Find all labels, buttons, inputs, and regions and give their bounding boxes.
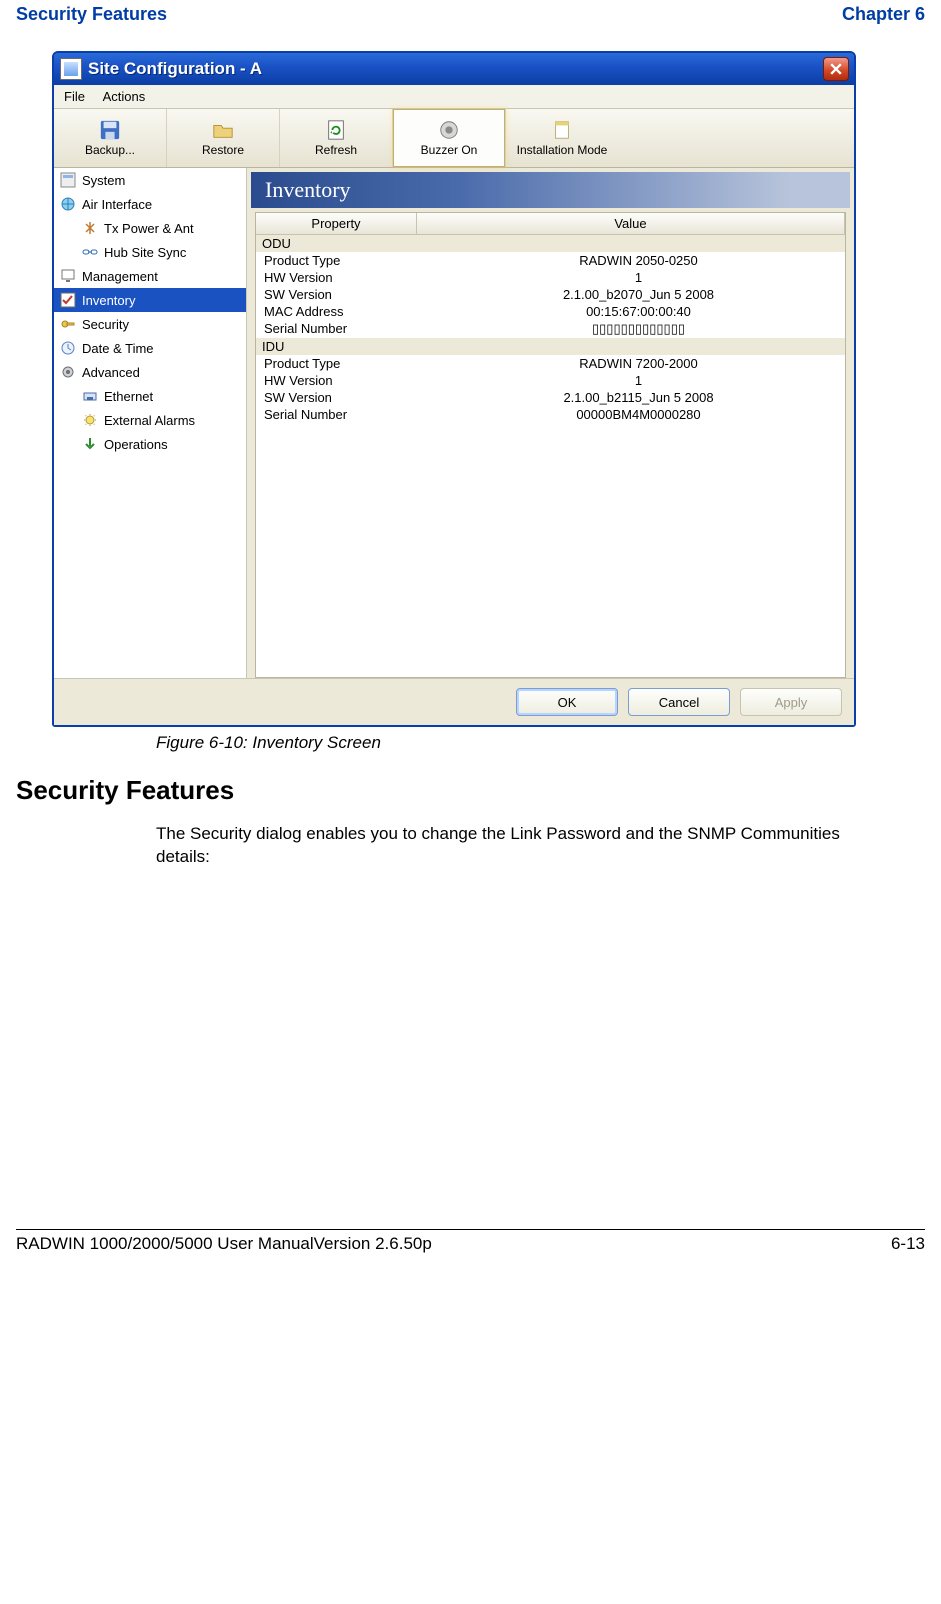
sidebar-item-operations[interactable]: Operations <box>54 432 246 456</box>
gear-icon <box>60 364 76 380</box>
refresh-icon <box>325 119 347 141</box>
sidebar-item-txpower[interactable]: Tx Power & Ant <box>54 216 246 240</box>
close-button[interactable] <box>823 57 849 81</box>
sidebar-item-label: Management <box>82 269 158 284</box>
toolbar-buzzer-label: Buzzer On <box>421 143 478 157</box>
inventory-table: Property Value ODU Product TypeRADWIN 20… <box>255 212 846 678</box>
table-row: MAC Address00:15:67:00:00:40 <box>256 303 845 320</box>
menu-file[interactable]: File <box>60 87 95 106</box>
body-paragraph: The Security dialog enables you to chang… <box>156 823 896 869</box>
notepad-icon <box>551 119 573 141</box>
panel-title: Inventory <box>251 172 850 208</box>
globe-icon <box>60 196 76 212</box>
sidebar: System Air Interface Tx Power & Ant Hub … <box>54 168 247 678</box>
sidebar-item-label: Air Interface <box>82 197 152 212</box>
figure-caption: Figure 6-10: Inventory Screen <box>156 733 925 753</box>
toolbar-install-label: Installation Mode <box>517 143 608 157</box>
header-left: Security Features <box>16 4 167 25</box>
speaker-icon <box>438 119 460 141</box>
sidebar-item-label: Operations <box>104 437 168 452</box>
table-row: HW Version1 <box>256 269 845 286</box>
sidebar-item-label: Ethernet <box>104 389 153 404</box>
ok-button[interactable]: OK <box>516 688 618 716</box>
toolbar-refresh-label: Refresh <box>315 143 357 157</box>
sidebar-item-label: Inventory <box>82 293 135 308</box>
content-pane: Inventory Property Value ODU Product Typ… <box>247 168 854 678</box>
header-right: Chapter 6 <box>842 4 925 25</box>
sidebar-item-security[interactable]: Security <box>54 312 246 336</box>
sidebar-item-management[interactable]: Management <box>54 264 246 288</box>
dialog-button-bar: OK Cancel Apply <box>54 678 854 725</box>
section-odu: ODU <box>256 235 299 252</box>
key-icon <box>60 316 76 332</box>
floppy-icon <box>99 119 121 141</box>
clock-icon <box>60 340 76 356</box>
sidebar-item-system[interactable]: System <box>54 168 246 192</box>
menu-actions[interactable]: Actions <box>99 87 156 106</box>
table-row: Product TypeRADWIN 2050-0250 <box>256 252 845 269</box>
sidebar-item-ethernet[interactable]: Ethernet <box>54 384 246 408</box>
sidebar-item-inventory[interactable]: Inventory <box>54 288 246 312</box>
page-header: Security Features Chapter 6 <box>16 0 925 35</box>
table-row: SW Version2.1.00_b2115_Jun 5 2008 <box>256 389 845 406</box>
section-heading: Security Features <box>16 775 925 806</box>
sidebar-item-label: Tx Power & Ant <box>104 221 194 236</box>
arrow-down-icon <box>82 436 98 452</box>
checklist-icon <box>60 292 76 308</box>
toolbar-refresh[interactable]: Refresh <box>280 109 393 167</box>
sidebar-item-airinterface[interactable]: Air Interface <box>54 192 246 216</box>
monitor-icon <box>60 268 76 284</box>
sidebar-item-alarms[interactable]: External Alarms <box>54 408 246 432</box>
sidebar-item-datetime[interactable]: Date & Time <box>54 336 246 360</box>
page-footer: RADWIN 1000/2000/5000 User ManualVersion… <box>16 1230 925 1270</box>
toolbar-backup-label: Backup... <box>85 143 135 157</box>
folder-open-icon <box>212 119 234 141</box>
section-idu: IDU <box>256 338 292 355</box>
antenna-icon <box>82 220 98 236</box>
properties-icon <box>60 172 76 188</box>
sidebar-item-label: External Alarms <box>104 413 195 428</box>
ok-label: OK <box>558 695 577 710</box>
sidebar-item-hubsync[interactable]: Hub Site Sync <box>54 240 246 264</box>
col-header-property[interactable]: Property <box>256 213 417 234</box>
apply-label: Apply <box>775 695 808 710</box>
toolbar-install[interactable]: Installation Mode <box>506 109 618 167</box>
alarm-icon <box>82 412 98 428</box>
col-header-value[interactable]: Value <box>417 213 845 234</box>
footer-left: RADWIN 1000/2000/5000 User ManualVersion… <box>16 1234 432 1254</box>
toolbar-restore[interactable]: Restore <box>167 109 280 167</box>
table-row: Serial Number00000BM4M0000280 <box>256 406 845 423</box>
sidebar-item-label: Date & Time <box>82 341 154 356</box>
close-icon <box>830 63 842 75</box>
sidebar-item-label: Hub Site Sync <box>104 245 186 260</box>
site-config-dialog: Site Configuration - A File Actions Back… <box>52 51 856 727</box>
apply-button: Apply <box>740 688 842 716</box>
titlebar[interactable]: Site Configuration - A <box>54 53 854 85</box>
app-icon <box>60 58 82 80</box>
sidebar-item-label: Advanced <box>82 365 140 380</box>
toolbar-restore-label: Restore <box>202 143 244 157</box>
toolbar-backup[interactable]: Backup... <box>54 109 167 167</box>
cancel-button[interactable]: Cancel <box>628 688 730 716</box>
cancel-label: Cancel <box>659 695 699 710</box>
toolbar-buzzer[interactable]: Buzzer On <box>393 109 506 167</box>
table-row: SW Version2.1.00_b2070_Jun 5 2008 <box>256 286 845 303</box>
footer-right: 6-13 <box>891 1234 925 1254</box>
link-icon <box>82 244 98 260</box>
table-row: Serial Number▯▯▯▯▯▯▯▯▯▯▯▯▯ <box>256 320 845 338</box>
sidebar-item-advanced[interactable]: Advanced <box>54 360 246 384</box>
sidebar-item-label: Security <box>82 317 129 332</box>
window-title: Site Configuration - A <box>88 59 262 79</box>
toolbar: Backup... Restore Refresh Buzzer On Inst… <box>54 109 854 168</box>
menubar: File Actions <box>54 85 854 109</box>
sidebar-item-label: System <box>82 173 125 188</box>
ethernet-icon <box>82 388 98 404</box>
table-row: HW Version1 <box>256 372 845 389</box>
table-row: Product TypeRADWIN 7200-2000 <box>256 355 845 372</box>
